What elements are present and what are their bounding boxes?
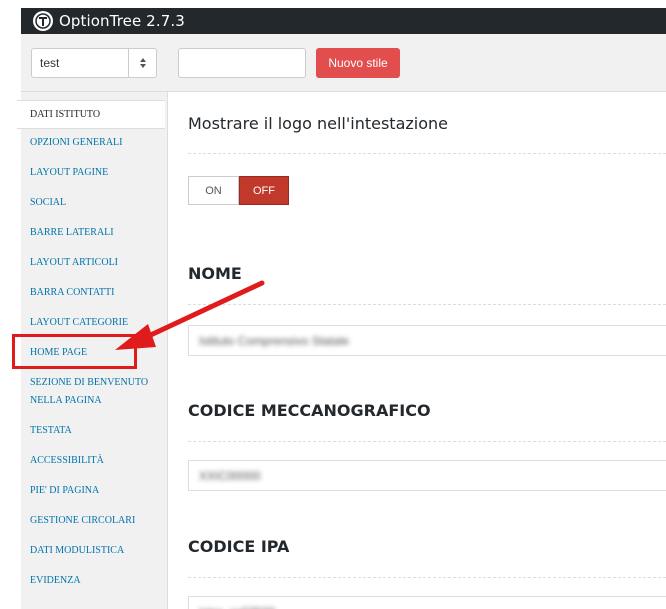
annotation-arrow-icon xyxy=(115,280,265,350)
